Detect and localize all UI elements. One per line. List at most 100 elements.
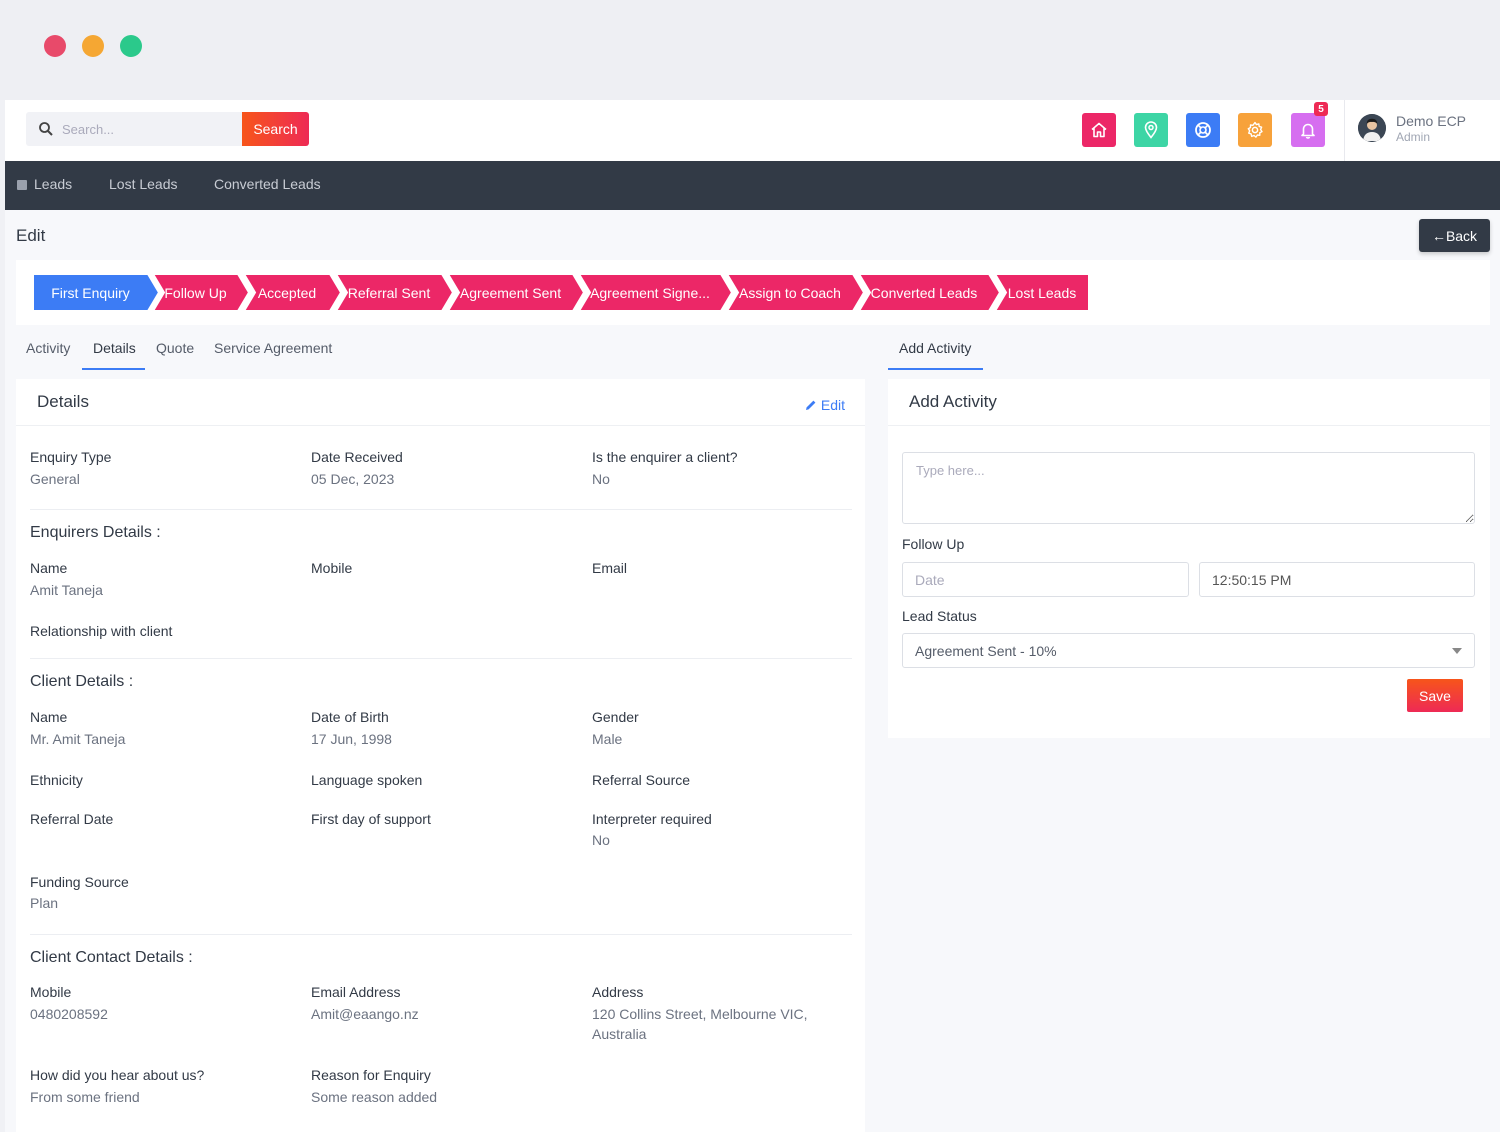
support-button[interactable] [1186,113,1220,147]
follow-up-time-input[interactable] [1199,562,1475,597]
section-divider [30,658,852,659]
chevron-down-icon [1452,648,1462,654]
page-title: Edit [16,226,46,245]
nav-item-converted-leads[interactable]: Converted Leads [214,176,321,192]
search-icon [39,122,53,136]
section-title-client: Client Details : [30,673,134,690]
field-label: Address [592,984,644,1000]
active-right-tab-indicator [888,368,983,370]
field-label: Is the enquirer a client? [592,449,738,465]
field-label: First day of support [311,811,431,827]
field-value: 17 Jun, 1998 [311,731,392,747]
tab-service-agreement[interactable]: Service Agreement [214,340,332,356]
lead-status-select[interactable]: Agreement Sent - 10% [902,633,1475,668]
add-activity-title: Add Activity [909,392,997,411]
settings-button[interactable] [1238,113,1272,147]
search-input[interactable] [62,112,238,146]
field-label: Language spoken [311,772,423,788]
field-label: Date Received [311,449,403,465]
field-label: Relationship with client [30,623,173,639]
field-label: Name [30,560,68,576]
field-value: Amit Taneja [30,582,103,598]
tab-details[interactable]: Details [93,340,136,356]
pencil-icon [805,400,816,410]
field-label: Referral Date [30,811,114,827]
search-button[interactable]: Search [242,112,309,146]
lead-status-value: Agreement Sent - 10% [915,643,1057,659]
field-value: No [592,471,610,487]
lead-status-label: Lead Status [902,608,977,624]
bell-icon [1301,123,1315,139]
pipeline-step-agreement-sent[interactable]: Agreement Sent [448,274,573,311]
app: Search 5 Demo ECP Admin Leads Lost Leads… [5,100,1500,1132]
pipeline-step-accepted[interactable]: Accepted [244,274,330,311]
field-label: Interpreter required [592,811,712,827]
back-button[interactable]: ←Back [1419,219,1490,252]
location-button[interactable] [1134,113,1168,147]
section-title-contact: Client Contact Details : [30,949,193,966]
field-label: Mobile [30,984,72,1000]
details-card: Details Edit Enquiry Type General Date R… [16,379,865,1132]
field-value: Mr. Amit Taneja [30,731,126,747]
home-button[interactable] [1082,113,1116,147]
window-close-dot[interactable] [44,35,66,57]
user-name[interactable]: Demo ECP [1396,113,1466,129]
topbar: Search 5 Demo ECP Admin [5,100,1500,161]
field-value: Plan [30,895,59,911]
activity-textarea[interactable] [902,452,1475,524]
field-label: Mobile [311,560,353,576]
edit-details-link[interactable]: Edit [805,397,845,413]
notifications-button[interactable]: 5 [1291,102,1328,147]
field-value: Some reason added [311,1089,438,1105]
field-label: Funding Source [30,874,129,890]
details-card-header: Details Edit [16,379,865,426]
location-pin-icon [1144,121,1158,139]
field-value: 05 Dec, 2023 [311,471,395,487]
section-divider [30,509,852,510]
save-button[interactable]: Save [1407,679,1463,712]
notification-badge: 5 [1314,102,1328,116]
pipeline-step-referral-sent[interactable]: Referral Sent [336,274,442,311]
topbar-divider [1344,100,1345,161]
tab-add-activity[interactable]: Add Activity [899,340,971,356]
tab-activity[interactable]: Activity [26,340,70,356]
follow-up-date-input[interactable] [902,562,1189,597]
avatar-image [1358,114,1386,142]
pipeline-step-assign-to-coach[interactable]: Assign to Coach [727,274,853,311]
field-label: Email Address [311,984,401,1000]
search-box [26,112,242,146]
field-label: Referral Source [592,772,691,788]
avatar[interactable] [1358,114,1386,142]
follow-up-label: Follow Up [902,536,965,552]
nav-item-label: Leads [34,176,73,192]
window-maximize-dot[interactable] [120,35,142,57]
field-label: Reason for Enquiry [311,1067,431,1083]
add-activity-header: Add Activity [888,379,1490,426]
nav-item-leads[interactable]: Leads [17,176,72,192]
field-label: Ethnicity [30,772,83,788]
pipeline-step-first-enquiry[interactable]: First Enquiry [33,274,148,311]
field-value: Australia [592,1026,647,1042]
nav-item-lost-leads[interactable]: Lost Leads [109,176,178,192]
pipeline-step-follow-up[interactable]: Follow Up [153,274,238,311]
field-value: From some friend [30,1089,140,1105]
window-chrome [0,0,1500,100]
field-value: 120 Collins Street, Melbourne VIC, [592,1006,808,1022]
pipeline-step-agreement-signed[interactable]: Agreement Signe... [579,274,721,311]
pipeline-step-lost-leads[interactable]: Lost Leads [995,274,1089,311]
add-activity-card: Add Activity Follow Up Lead Status Agree… [888,379,1490,738]
section-divider [30,934,852,935]
field-label: How did you hear about us? [30,1067,205,1083]
tab-quote[interactable]: Quote [156,340,194,356]
field-value: General [30,471,80,487]
field-value: 0480208592 [30,1006,108,1022]
field-label: Gender [592,709,639,725]
field-label: Email [592,560,628,576]
support-icon [1195,122,1211,138]
window-minimize-dot[interactable] [82,35,104,57]
field-value: Male [592,731,623,747]
pipeline-step-converted-leads[interactable]: Converted Leads [859,274,989,311]
field-label: Name [30,709,68,725]
lead-pipeline: First Enquiry Follow Up Accepted Referra… [16,260,1490,325]
field-label: Date of Birth [311,709,389,725]
